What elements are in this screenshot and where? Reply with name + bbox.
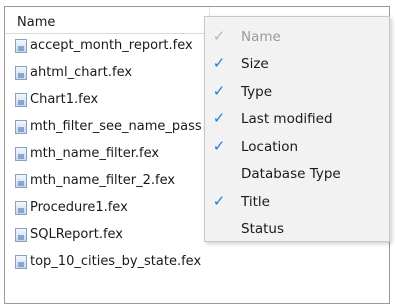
- checkmark-icon: ✓: [212, 54, 226, 72]
- menu-item-status[interactable]: Status: [205, 216, 389, 243]
- menu-item-label: Size: [241, 56, 269, 72]
- column-header-label: Name: [17, 15, 56, 30]
- fex-file-icon: [15, 66, 27, 80]
- list-item[interactable]: mth_filter_see_name_pass: [15, 118, 235, 138]
- list-item[interactable]: ahtml_chart.fex: [15, 64, 235, 84]
- fex-file-icon: [15, 201, 27, 215]
- menu-item-name: ✓ Name: [205, 24, 389, 51]
- list-item[interactable]: Procedure1.fex: [15, 199, 235, 219]
- fex-file-icon: [15, 39, 27, 53]
- fex-file-icon: [15, 147, 27, 161]
- menu-item-type[interactable]: ✓ Type: [205, 79, 389, 106]
- file-name: mth_name_filter_2.fex: [30, 173, 176, 188]
- menu-item-label: Location: [241, 139, 299, 155]
- file-name: mth_name_filter.fex: [30, 146, 160, 161]
- menu-item-label: Title: [241, 194, 270, 210]
- list-item[interactable]: Chart1.fex: [15, 91, 235, 111]
- checkmark-icon: ✓: [212, 82, 226, 100]
- fex-file-icon: [15, 255, 27, 269]
- menu-item-location[interactable]: ✓ Location: [205, 134, 389, 161]
- checkmark-icon: ✓: [212, 137, 226, 155]
- file-name: mth_filter_see_name_pass: [30, 119, 202, 134]
- menu-item-label: Name: [241, 29, 281, 45]
- file-name: ahtml_chart.fex: [30, 65, 133, 80]
- fex-file-icon: [15, 93, 27, 107]
- menu-item-label: Last modified: [241, 111, 333, 127]
- menu-item-last-modified[interactable]: ✓ Last modified: [205, 106, 389, 133]
- checkmark-icon: ✓: [212, 109, 226, 127]
- list-item[interactable]: mth_name_filter_2.fex: [15, 172, 235, 192]
- list-item[interactable]: SQLReport.fex: [15, 226, 235, 246]
- file-name: SQLReport.fex: [30, 227, 123, 242]
- menu-item-label: Type: [241, 84, 273, 100]
- checkmark-icon: ✓: [212, 192, 226, 210]
- menu-item-title[interactable]: ✓ Title: [205, 189, 389, 216]
- fex-file-icon: [15, 228, 27, 242]
- column-chooser-menu: ✓ Name ✓ Size ✓ Type ✓ Last modified ✓ L…: [204, 16, 390, 242]
- fex-file-icon: [15, 120, 27, 134]
- column-header-name[interactable]: Name: [5, 7, 210, 34]
- checkmark-icon: ✓: [212, 27, 226, 45]
- file-name: accept_month_report.fex: [30, 38, 193, 53]
- menu-item-database-type[interactable]: Database Type: [205, 161, 389, 188]
- menu-item-size[interactable]: ✓ Size: [205, 51, 389, 78]
- file-name: Procedure1.fex: [30, 200, 128, 215]
- list-item[interactable]: accept_month_report.fex: [15, 37, 235, 57]
- menu-item-label: Database Type: [241, 166, 341, 182]
- list-item[interactable]: mth_name_filter.fex: [15, 145, 235, 165]
- fex-file-icon: [15, 174, 27, 188]
- menu-item-label: Status: [241, 221, 285, 237]
- list-item[interactable]: top_10_cities_by_state.fex: [15, 253, 235, 273]
- file-name: Chart1.fex: [30, 92, 99, 107]
- file-name: top_10_cities_by_state.fex: [30, 254, 202, 269]
